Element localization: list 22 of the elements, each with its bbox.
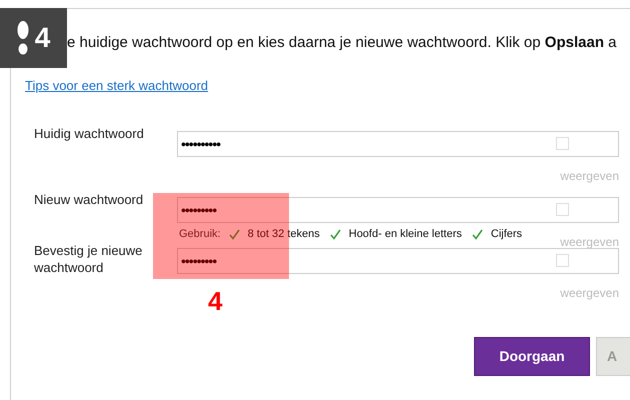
password-rule: Cijfers	[490, 227, 522, 241]
footprint-icon	[16, 20, 29, 56]
instruction-text: e huidige wachtwoord op en kies daarna je nieuwe wachtwoord. Klik op Opslaan a	[67, 34, 616, 52]
field-label: Bevestig je nieuwe wachtwoord	[34, 242, 144, 276]
hint-label: Gebruik:	[179, 227, 221, 241]
show-checkbox[interactable]	[556, 137, 569, 150]
show-label: weergeven	[560, 169, 619, 183]
annotation-number: 4	[208, 287, 222, 315]
password-rule: Hoofd- en kleine letters	[348, 227, 462, 241]
show-label: weergeven	[560, 286, 619, 300]
tips-link[interactable]: Tips voor een sterk wachtwoord	[25, 78, 208, 94]
password-field[interactable]: •••••••••	[177, 197, 619, 223]
password-field[interactable]: •••••••••	[177, 248, 619, 274]
show-checkbox[interactable]	[556, 254, 569, 267]
continue-button[interactable]: Doorgaan	[474, 337, 590, 376]
password-rule: 8 tot 32 tekens	[248, 227, 320, 241]
field-label: Huidig wachtwoord	[34, 125, 145, 142]
step-number: 4	[34, 23, 50, 53]
show-checkbox[interactable]	[556, 203, 569, 216]
show-label: weergeven	[560, 235, 619, 249]
password-field[interactable]: ••••••••••	[177, 131, 619, 157]
field-label: Nieuw wachtwoord	[34, 191, 144, 208]
